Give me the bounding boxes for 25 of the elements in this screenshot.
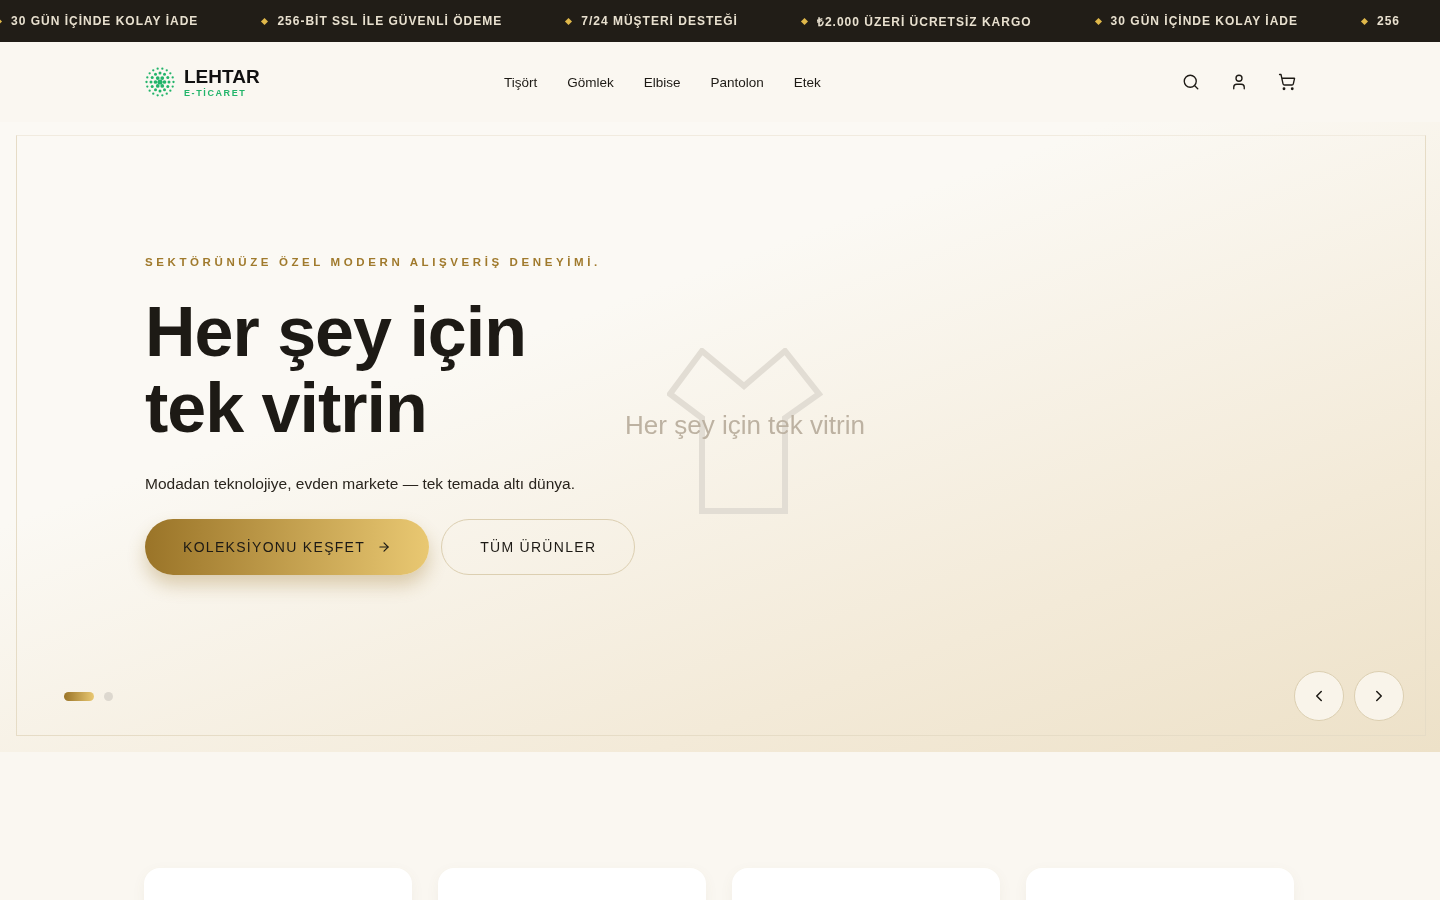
logo-tagline: E-TİCARET xyxy=(184,88,248,98)
nav-link[interactable]: Gömlek xyxy=(567,74,614,90)
nav-link[interactable]: Pantolon xyxy=(710,74,764,90)
user-icon[interactable] xyxy=(1230,73,1248,91)
nav-link[interactable]: Etek xyxy=(793,74,821,90)
nav-link[interactable]: Tişört xyxy=(504,74,538,90)
slide-dot[interactable] xyxy=(104,691,113,701)
arrow-right-icon xyxy=(377,540,392,554)
ticker-text: 256 xyxy=(1377,14,1400,28)
ticker-text: ₺2.000 ÜZERİ ÜCRETSİZ KARGO xyxy=(816,13,1032,30)
ticker-text: 30 GÜN İÇİNDE KOLAY İADE xyxy=(1110,14,1298,28)
ticker-text: 30 GÜN İÇİNDE KOLAY İADE xyxy=(11,14,199,28)
hero-title: tek vitrin xyxy=(145,370,427,446)
logo-icon xyxy=(144,66,176,98)
hero-eyebrow: SEKTÖRÜNÜZE ÖZEL MODERN ALIŞVERİŞ DENEYİMİ. xyxy=(145,256,602,268)
ticker-text: 256-BİT SSL İLE GÜVENLİ ÖDEME xyxy=(277,14,503,28)
nav-link[interactable]: Elbise xyxy=(643,74,681,90)
hero-text: Modadan teknolojiye, evden markete — tek temada altı dünya. xyxy=(145,474,576,494)
hero-title: Her şey için xyxy=(145,294,526,370)
image-caption: Her şey için tek vitrin xyxy=(625,410,865,441)
cart-icon[interactable] xyxy=(1278,73,1296,91)
logo-name: LEHTAR xyxy=(184,66,260,86)
search-icon[interactable] xyxy=(1182,73,1200,91)
ticker-text: 7/24 MÜŞTERİ DESTEĞİ xyxy=(581,14,738,28)
explore-button[interactable]: KOLEKSİYONU KEŞFET xyxy=(145,519,430,575)
